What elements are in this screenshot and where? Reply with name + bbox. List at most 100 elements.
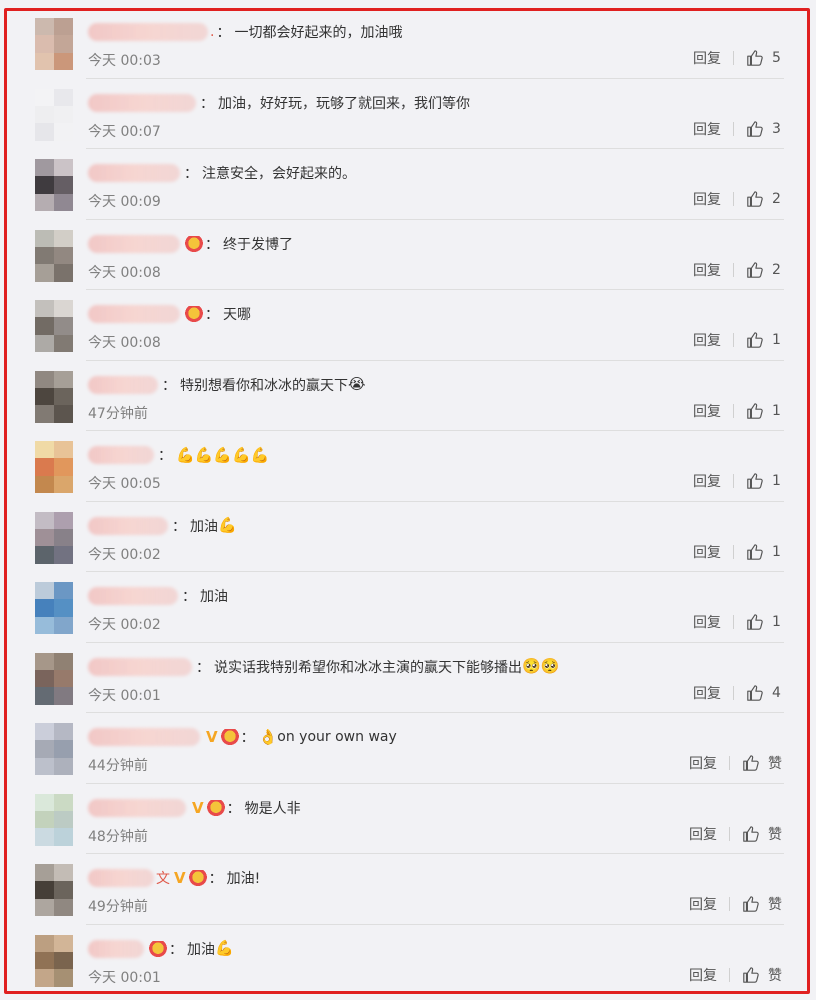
thumbs-up-icon[interactable] <box>746 120 764 138</box>
avatar[interactable] <box>35 229 73 282</box>
thumbs-up-icon[interactable] <box>742 825 760 843</box>
thumbs-up-icon[interactable] <box>742 895 760 913</box>
comment-item: ：加油 💪 今天 00:02 回复 1 <box>0 502 816 572</box>
avatar[interactable] <box>35 934 73 987</box>
comment-text: 注意安全，会好起来的。 <box>202 166 356 182</box>
colon-separator: ： <box>216 25 231 41</box>
comment-actions: 回复 1 <box>693 612 782 632</box>
comment-text: 加油，好好玩，玩够了就回来，我们等你 <box>218 95 470 112</box>
username-blurred[interactable] <box>88 516 168 535</box>
reply-button[interactable]: 回复 <box>693 189 721 209</box>
username-blurred[interactable] <box>88 728 200 746</box>
reply-button[interactable]: 回复 <box>689 965 717 985</box>
avatar[interactable] <box>35 300 73 352</box>
like-count[interactable]: 1 <box>772 332 782 348</box>
avatar[interactable] <box>35 723 73 775</box>
like-count[interactable]: 赞 <box>768 965 782 985</box>
comment-line: ：天哪 <box>88 304 251 324</box>
fan-badge-icon <box>188 870 207 886</box>
action-divider <box>729 826 730 841</box>
like-count[interactable]: 4 <box>772 685 782 701</box>
thumbs-up-icon[interactable] <box>746 543 764 561</box>
like-count[interactable]: 2 <box>772 262 782 278</box>
reply-button[interactable]: 回复 <box>689 894 717 914</box>
thumbs-up-icon[interactable] <box>746 472 764 490</box>
thumbs-up-icon[interactable] <box>746 261 764 279</box>
avatar[interactable] <box>35 793 73 846</box>
avatar[interactable] <box>35 370 73 423</box>
comment-timestamp: 今天 00:01 <box>88 969 161 986</box>
like-count[interactable]: 1 <box>772 403 782 419</box>
comment-line: .：一切都会好起来的，加油哦 <box>88 22 402 42</box>
comment-timestamp: 今天 00:03 <box>88 53 161 69</box>
like-count[interactable]: 赞 <box>768 824 782 844</box>
like-count[interactable]: 5 <box>772 50 782 66</box>
reply-button[interactable]: 回复 <box>693 401 721 421</box>
comment-text: on your own way <box>277 729 397 745</box>
comment-actions: 回复 1 <box>693 330 782 350</box>
avatar[interactable] <box>35 18 73 70</box>
action-divider <box>733 262 734 277</box>
username-blurred[interactable] <box>88 939 144 958</box>
thumbs-up-icon[interactable] <box>746 331 764 349</box>
username-blurred[interactable] <box>88 798 186 817</box>
like-count[interactable]: 2 <box>772 191 782 207</box>
like-count[interactable]: 1 <box>772 544 782 560</box>
comment-item: 文 V ：加油! 49分钟前 回复 赞 <box>0 854 816 925</box>
username-blurred[interactable] <box>88 234 180 253</box>
username-blurred[interactable] <box>88 164 180 182</box>
comment-text: 加油! <box>226 871 261 887</box>
reply-button[interactable]: 回复 <box>693 48 721 68</box>
reply-button[interactable]: 回复 <box>693 471 721 491</box>
comment-actions: 回复 2 <box>693 189 782 209</box>
reply-button[interactable]: 回复 <box>689 824 717 844</box>
avatar[interactable] <box>35 88 73 141</box>
avatar[interactable] <box>35 652 73 705</box>
username-blurred[interactable] <box>88 93 196 112</box>
comment-timestamp: 今天 00:02 <box>88 617 161 633</box>
reply-button[interactable]: 回复 <box>689 753 717 773</box>
like-count[interactable]: 赞 <box>768 753 782 773</box>
thumbs-up-icon[interactable] <box>746 613 764 631</box>
like-count[interactable]: 3 <box>772 121 782 137</box>
username-blurred[interactable] <box>88 587 178 605</box>
username-blurred[interactable] <box>88 657 192 676</box>
comment-timestamp: 今天 00:08 <box>88 335 161 351</box>
comment-timestamp: 今天 00:08 <box>88 264 161 281</box>
thumbs-up-icon[interactable] <box>746 402 764 420</box>
username-blurred[interactable] <box>88 446 154 464</box>
colon-separator: ： <box>158 448 172 464</box>
reply-button[interactable]: 回复 <box>693 683 721 703</box>
action-divider <box>733 333 734 347</box>
fan-badge-icon <box>185 306 203 322</box>
avatar[interactable] <box>35 441 73 493</box>
username-blurred[interactable] <box>88 305 180 323</box>
comment-line: V ： 👌 on your own way <box>88 727 397 747</box>
thumbs-up-icon[interactable] <box>746 49 764 67</box>
username-blurred[interactable] <box>88 869 154 887</box>
like-count[interactable]: 1 <box>772 473 782 489</box>
thumbs-up-icon[interactable] <box>742 754 760 772</box>
username-blurred[interactable] <box>88 23 208 41</box>
thumbs-up-icon[interactable] <box>746 684 764 702</box>
avatar[interactable] <box>35 159 73 211</box>
reply-button[interactable]: 回复 <box>693 119 721 139</box>
username-fragment: 文 <box>156 871 170 887</box>
reply-button[interactable]: 回复 <box>693 330 721 350</box>
reply-button[interactable]: 回复 <box>693 260 721 280</box>
action-divider <box>733 544 734 559</box>
avatar[interactable] <box>35 511 73 564</box>
avatar[interactable] <box>35 864 73 916</box>
like-count[interactable]: 赞 <box>768 894 782 914</box>
reply-button[interactable]: 回复 <box>693 542 721 562</box>
comment-item: ：加油 今天 00:02 回复 1 <box>0 572 816 643</box>
comment-item: ：注意安全，会好起来的。 今天 00:09 回复 2 <box>0 149 816 220</box>
thumbs-up-icon[interactable] <box>746 190 764 208</box>
reply-button[interactable]: 回复 <box>693 612 721 632</box>
avatar[interactable] <box>35 582 73 634</box>
thumbs-up-icon[interactable] <box>742 966 760 984</box>
action-divider <box>733 51 734 65</box>
like-count[interactable]: 1 <box>772 614 782 630</box>
comment-actions: 回复 3 <box>693 119 782 139</box>
username-blurred[interactable] <box>88 375 158 394</box>
